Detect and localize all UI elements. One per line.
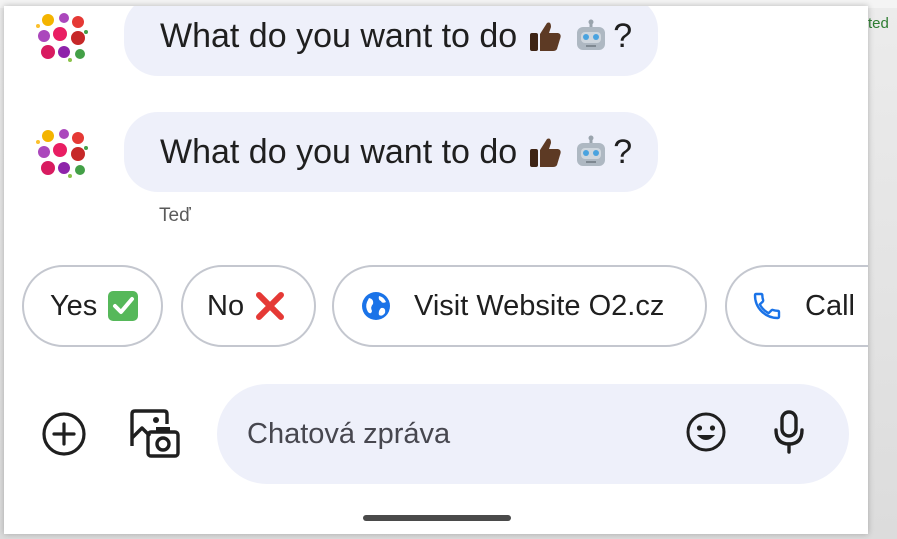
message-row: What do you want to do ?: [4, 6, 868, 76]
voice-input-button[interactable]: [765, 408, 813, 460]
message-text: What do you want to do: [160, 16, 518, 55]
chip-label: Visit Website O2.cz: [414, 289, 665, 322]
add-attachment-button[interactable]: [38, 410, 90, 462]
add-circle-icon: [40, 410, 88, 463]
thumbs-up-icon: [527, 18, 563, 54]
gesture-navigation-handle[interactable]: [363, 515, 511, 521]
robot-icon: [573, 134, 609, 170]
cross-mark-icon: [254, 290, 286, 322]
chip-label: Yes: [50, 289, 98, 322]
robot-icon: [573, 18, 609, 54]
chat-message-input[interactable]: [247, 406, 647, 462]
background-text-snippet: ted: [868, 15, 889, 32]
check-mark-icon: [107, 290, 139, 322]
globe-icon: [360, 290, 392, 322]
sender-avatar: [34, 8, 92, 66]
gallery-icon: [126, 406, 182, 467]
microphone-icon: [769, 408, 809, 461]
suggestion-chip-call[interactable]: Call: [725, 265, 868, 347]
message-suffix: ?: [613, 132, 633, 171]
message-row: What do you want to do ?: [4, 112, 868, 192]
chip-label: No: [207, 289, 245, 322]
message-text: What do you want to do: [160, 132, 518, 171]
message-timestamp: Teď: [159, 205, 191, 226]
message-bubble[interactable]: What do you want to do ?: [124, 112, 659, 192]
chip-label: Call: [805, 289, 855, 322]
message-compose-bar: [217, 384, 849, 484]
thumbs-up-icon: [527, 134, 563, 170]
suggestion-chip-visit-website[interactable]: Visit Website O2.cz: [332, 265, 707, 347]
message-bubble[interactable]: What do you want to do ?: [124, 6, 659, 76]
messages-screen: What do you want to do ? What do you wan…: [4, 6, 868, 534]
emoji-button[interactable]: [682, 410, 730, 458]
emoji-icon: [684, 410, 728, 459]
gallery-camera-button[interactable]: [124, 406, 184, 466]
suggestion-chips: Yes No Visit Website O2.cz Call: [22, 265, 868, 349]
phone-icon: [751, 290, 783, 322]
message-suffix: ?: [613, 16, 633, 55]
suggestion-chip-no[interactable]: No: [181, 265, 316, 347]
suggestion-chip-yes[interactable]: Yes: [22, 265, 163, 347]
sender-avatar: [34, 124, 92, 182]
